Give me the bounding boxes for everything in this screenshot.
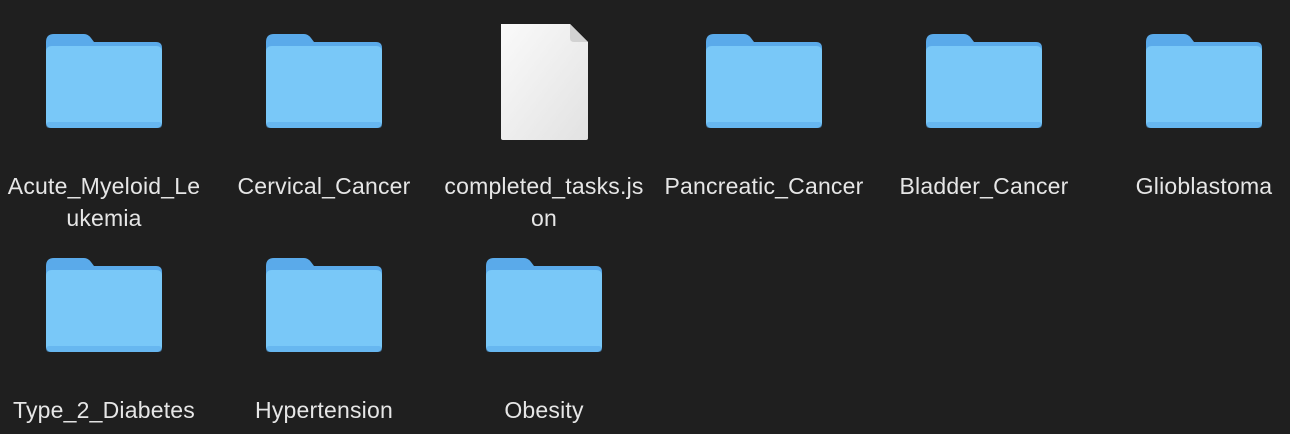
- folder-item-cervical-cancer[interactable]: Cervical_Cancer: [214, 22, 434, 202]
- folder-item-glioblastoma[interactable]: Glioblastoma: [1094, 22, 1290, 202]
- item-label: Acute_Myeloid_Leukemia: [7, 173, 201, 231]
- folder-icon: [484, 246, 604, 356]
- folder-icon: [924, 22, 1044, 132]
- file-item-completed-tasks-json[interactable]: completed_tasks.json: [434, 22, 654, 234]
- folder-icon: [264, 246, 384, 356]
- item-label: completed_tasks.json: [444, 173, 644, 231]
- folder-item-type-2-diabetes[interactable]: Type_2_Diabetes: [0, 246, 214, 426]
- item-label: Hypertension: [255, 397, 393, 423]
- item-label: Cervical_Cancer: [237, 173, 411, 199]
- folder-item-obesity[interactable]: Obesity: [434, 246, 654, 426]
- item-label: Type_2_Diabetes: [12, 397, 195, 423]
- finder-icon-grid: Acute_Myeloid_Leukemia Cervical_Cancer c…: [0, 0, 1290, 434]
- folder-item-acute-myeloid-leukemia[interactable]: Acute_Myeloid_Leukemia: [0, 22, 214, 234]
- item-label: Glioblastoma: [1135, 173, 1273, 199]
- folder-icon: [704, 22, 824, 132]
- item-label: Bladder_Cancer: [899, 173, 1069, 199]
- folder-icon: [264, 22, 384, 132]
- folder-icon: [1144, 22, 1264, 132]
- folder-icon: [44, 22, 164, 132]
- item-label: Pancreatic_Cancer: [664, 173, 864, 199]
- document-icon: [484, 22, 604, 140]
- folder-item-bladder-cancer[interactable]: Bladder_Cancer: [874, 22, 1094, 202]
- folder-item-pancreatic-cancer[interactable]: Pancreatic_Cancer: [654, 22, 874, 202]
- folder-icon: [44, 246, 164, 356]
- folder-item-hypertension[interactable]: Hypertension: [214, 246, 434, 426]
- item-label: Obesity: [504, 397, 584, 423]
